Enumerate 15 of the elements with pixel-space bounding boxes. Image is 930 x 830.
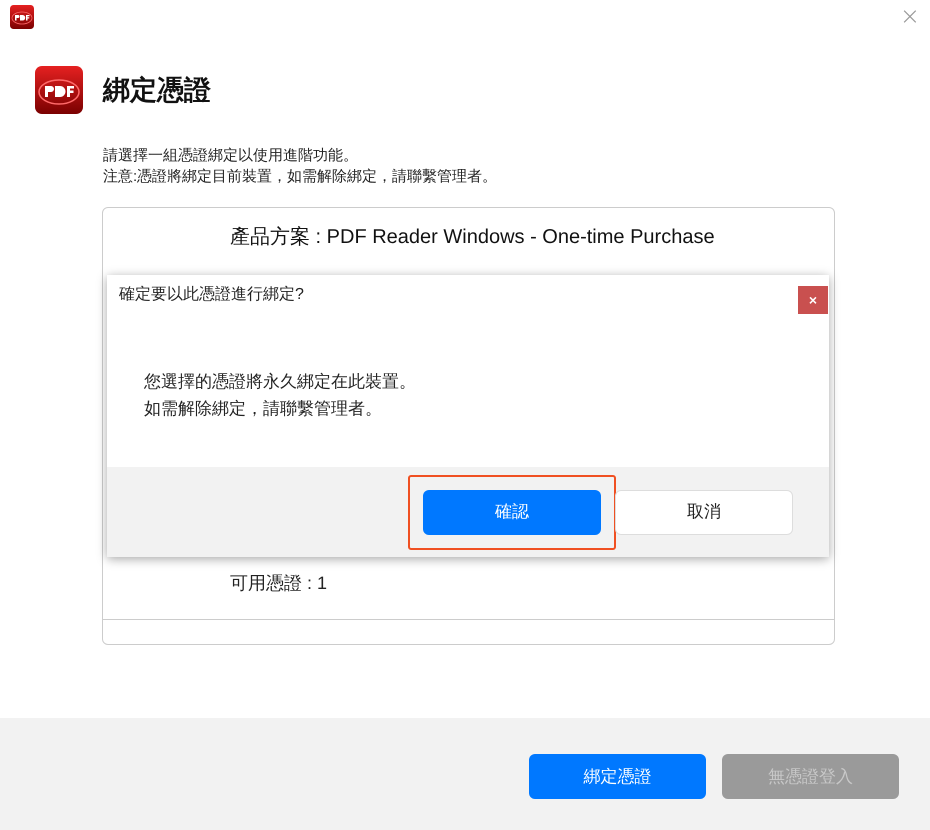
dialog-message: 如需解除綁定，請聯繫管理者。: [144, 398, 383, 420]
dialog-button[interactable]: 取消: [615, 490, 793, 534]
footer-button[interactable]: 綁定憑證: [529, 754, 706, 799]
dialog-button[interactable]: 確認: [423, 490, 601, 534]
available-count-text: 可用憑證 : 1: [230, 572, 328, 595]
app-logo-icon: [10, 5, 34, 29]
instruction-text: 請選擇一組憑證綁定以使用進階功能。: [103, 146, 359, 166]
page-title: 綁定憑證: [103, 74, 211, 107]
close-button[interactable]: ×: [798, 286, 828, 314]
plan-text: 產品方案 : PDF Reader Windows - One-time Purchase: [230, 225, 716, 250]
dialog-message: 您選擇的憑證將永久綁定在此裝置。: [144, 371, 417, 393]
close-button[interactable]: ×: [900, 0, 930, 28]
app-logo-icon: [35, 66, 83, 114]
dialog-title: 確定要以此憑證進行綁定?: [119, 284, 304, 305]
instruction-text: 注意:憑證將綁定目前裝置，如需解除綁定，請聯繫管理者。: [103, 167, 498, 187]
